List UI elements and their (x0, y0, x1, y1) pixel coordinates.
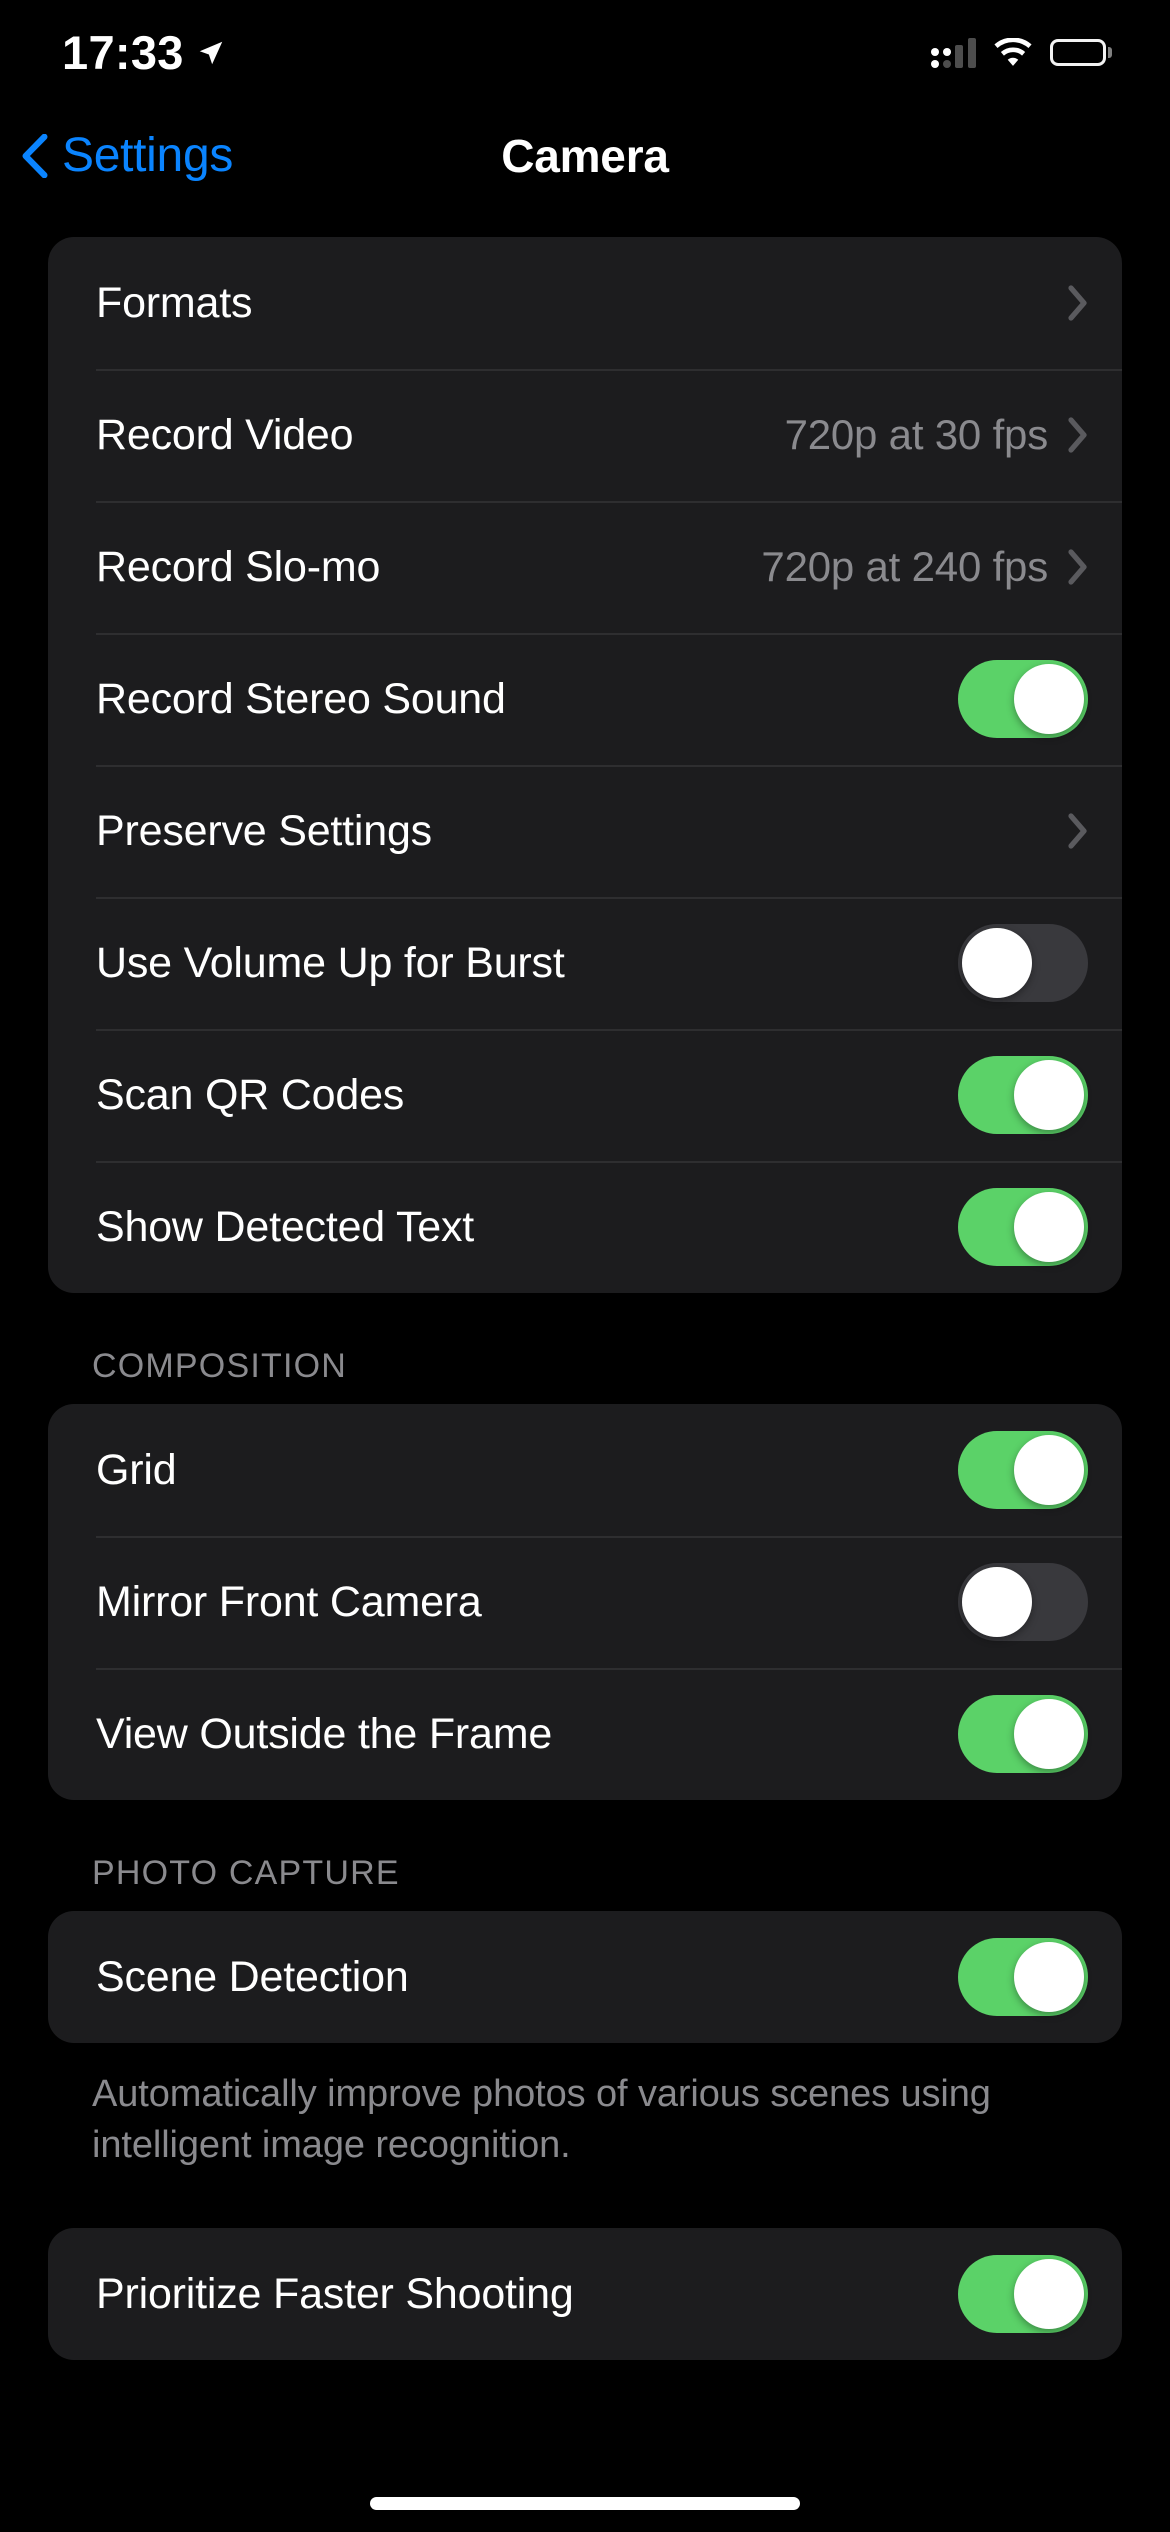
row-label: Use Volume Up for Burst (96, 938, 565, 987)
row-accessory (1048, 813, 1088, 849)
row-label: Grid (96, 1445, 177, 1494)
toggle-scene-detection[interactable] (958, 1938, 1088, 2016)
row-record-slo-mo[interactable]: Record Slo-mo 720p at 240 fps (48, 501, 1122, 633)
toggle-grid[interactable] (958, 1431, 1088, 1509)
toggle-knob (1014, 1699, 1084, 1769)
row-label: Prioritize Faster Shooting (96, 2269, 574, 2318)
settings-group-prioritize: Prioritize Faster Shooting (48, 2228, 1122, 2361)
row-label: Show Detected Text (96, 1202, 475, 1251)
row-label: Record Video (96, 410, 354, 459)
row-label: Formats (96, 278, 253, 327)
row-value: 720p at 30 fps (784, 411, 1049, 458)
chevron-right-icon (1068, 417, 1088, 453)
page-title: Camera (501, 130, 669, 182)
chevron-right-icon (1068, 813, 1088, 849)
battery-icon (1050, 39, 1112, 66)
row-show-detected-text[interactable]: Show Detected Text (48, 1161, 1122, 1293)
row-value: 720p at 240 fps (761, 543, 1048, 590)
row-accessory (1048, 285, 1088, 321)
settings-group-general: Formats Record Video 720p at 30 fps Reco… (48, 237, 1122, 1293)
row-label: Mirror Front Camera (96, 1577, 482, 1626)
row-accessory: 720p at 240 fps (761, 543, 1088, 591)
cellular-dots (931, 47, 939, 68)
toggle-knob (1014, 2259, 1084, 2330)
settings-group-composition: Grid Mirror Front Camera View Outside th… (48, 1404, 1122, 1800)
navigation-bar: Settings Camera (0, 108, 1170, 204)
section-header-photo-capture: PHOTO CAPTURE (92, 1854, 400, 1892)
toggle-view-outside-the-frame[interactable] (958, 1695, 1088, 1773)
row-label: Record Slo-mo (96, 542, 381, 591)
wifi-icon (994, 37, 1032, 68)
row-preserve-settings[interactable]: Preserve Settings (48, 765, 1122, 897)
cellular-bars-icon (931, 37, 976, 68)
chevron-right-icon (1068, 285, 1088, 321)
toggle-knob (962, 1567, 1032, 1637)
status-bar-right (931, 37, 1112, 68)
iphone-settings-screen: 17:33 Settings Camera Formats Record Vid… (0, 0, 1170, 2532)
row-mirror-front-camera[interactable]: Mirror Front Camera (48, 1536, 1122, 1668)
toggle-knob (1014, 1192, 1084, 1262)
section-footer-photo-capture: Automatically improve photos of various … (92, 2073, 991, 2166)
row-prioritize-faster-shooting[interactable]: Prioritize Faster Shooting (48, 2228, 1122, 2360)
status-bar: 17:33 (0, 0, 1170, 105)
location-arrow-icon (196, 38, 226, 68)
toggle-show-detected-text[interactable] (958, 1188, 1088, 1266)
home-indicator[interactable] (370, 2497, 800, 2510)
toggle-knob (1014, 1060, 1084, 1130)
row-view-outside-the-frame[interactable]: View Outside the Frame (48, 1668, 1122, 1800)
toggle-knob (1014, 1942, 1084, 2012)
settings-list[interactable]: Formats Record Video 720p at 30 fps Reco… (0, 204, 1170, 2532)
row-grid[interactable]: Grid (48, 1404, 1122, 1536)
row-label: View Outside the Frame (96, 1709, 553, 1758)
row-accessory: 720p at 30 fps (785, 411, 1088, 459)
toggle-knob (1014, 1435, 1084, 1505)
toggle-knob (1014, 664, 1084, 734)
row-label: Scan QR Codes (96, 1070, 405, 1119)
row-label: Record Stereo Sound (96, 674, 506, 723)
toggle-use-volume-up-for-burst[interactable] (958, 924, 1088, 1002)
settings-group-photo-capture: Scene Detection (48, 1911, 1122, 2043)
toggle-prioritize-faster-shooting[interactable] (958, 2255, 1088, 2334)
toggle-knob (962, 928, 1032, 998)
row-formats[interactable]: Formats (48, 237, 1122, 369)
row-record-stereo-sound[interactable]: Record Stereo Sound (48, 633, 1122, 765)
toggle-scan-qr-codes[interactable] (958, 1056, 1088, 1134)
row-scan-qr-codes[interactable]: Scan QR Codes (48, 1029, 1122, 1161)
row-label: Preserve Settings (96, 806, 432, 855)
section-header-composition: COMPOSITION (92, 1347, 347, 1385)
row-label: Scene Detection (96, 1952, 409, 2001)
chevron-right-icon (1068, 549, 1088, 585)
row-use-volume-up-for-burst[interactable]: Use Volume Up for Burst (48, 897, 1122, 1029)
row-scene-detection[interactable]: Scene Detection (48, 1911, 1122, 2043)
cellular-dots-2 (943, 47, 951, 68)
status-bar-left: 17:33 (62, 29, 226, 76)
toggle-record-stereo-sound[interactable] (958, 660, 1088, 738)
row-record-video[interactable]: Record Video 720p at 30 fps (48, 369, 1122, 501)
toggle-mirror-front-camera[interactable] (958, 1563, 1088, 1641)
status-bar-clock: 17:33 (62, 26, 184, 79)
